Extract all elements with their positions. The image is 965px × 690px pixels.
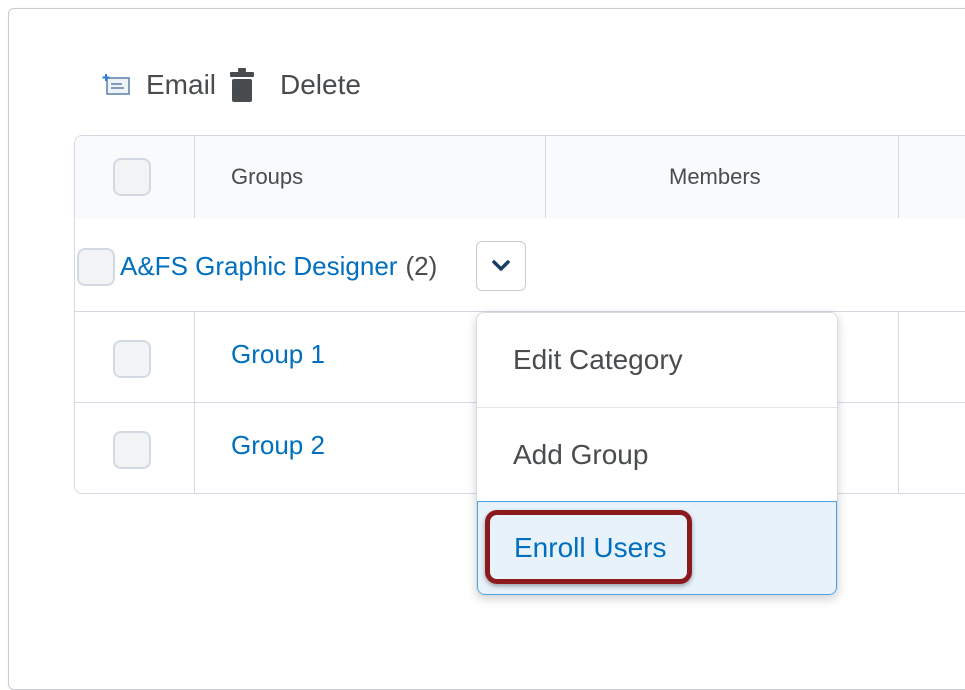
select-all-checkbox[interactable] — [113, 158, 151, 196]
menu-item-add-group[interactable]: Add Group — [477, 408, 837, 501]
trash-icon — [230, 68, 255, 102]
delete-button[interactable]: Delete — [230, 68, 361, 102]
category-actions-dropdown[interactable] — [476, 241, 526, 291]
category-count: (2) — [405, 250, 438, 281]
table-header: Groups Members — [75, 136, 965, 219]
email-button[interactable]: Email — [100, 68, 216, 102]
column-header-groups[interactable]: Groups — [231, 136, 303, 218]
row-checkbox[interactable] — [113, 431, 151, 469]
column-divider — [898, 136, 899, 218]
row-checkbox[interactable] — [113, 340, 151, 378]
column-divider — [194, 136, 195, 218]
callout-highlight — [485, 510, 692, 584]
chevron-down-icon — [491, 259, 511, 273]
category-checkbox[interactable] — [77, 248, 115, 286]
toolbar: Email Delete — [100, 64, 361, 106]
menu-item-edit-category[interactable]: Edit Category — [477, 313, 837, 407]
category-row: A&FS Graphic Designer (2) — [75, 218, 965, 312]
category-link[interactable]: A&FS Graphic Designer — [120, 251, 397, 282]
email-icon — [100, 68, 134, 102]
email-label: Email — [146, 69, 217, 100]
column-header-members[interactable]: Members — [669, 136, 761, 218]
group-link[interactable]: Group 1 — [231, 339, 325, 370]
delete-label: Delete — [280, 69, 361, 100]
column-divider — [545, 136, 546, 218]
group-link[interactable]: Group 2 — [231, 430, 325, 461]
